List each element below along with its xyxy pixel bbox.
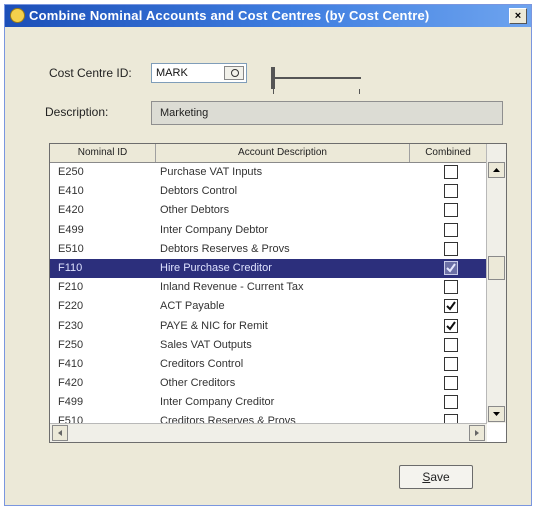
vertical-scroll-thumb[interactable]	[488, 256, 505, 280]
lookup-icon[interactable]	[224, 66, 244, 80]
vertical-scrollbar[interactable]	[486, 144, 506, 423]
account-description-cell: Other Creditors	[160, 377, 236, 390]
account-description-cell: Inter Company Creditor	[160, 396, 275, 409]
table-row[interactable]: E420 Other Debtors	[50, 201, 487, 220]
arrow-up-icon	[493, 168, 500, 172]
account-description-cell: Inland Revenue - Current Tax	[160, 281, 304, 294]
slider-tick	[273, 89, 274, 94]
table-row[interactable]: E250 Purchase VAT Inputs	[50, 163, 487, 182]
app-icon	[10, 8, 25, 23]
account-description-cell: Hire Purchase Creditor	[160, 261, 272, 274]
combined-checkbox[interactable]	[444, 165, 458, 179]
checkmark-icon	[446, 320, 456, 331]
account-description-cell: Other Debtors	[160, 204, 230, 217]
combined-checkbox[interactable]	[444, 260, 458, 275]
table-row[interactable]: E499 Inter Company Debtor	[50, 221, 487, 240]
combined-checkbox[interactable]	[444, 222, 458, 237]
scroll-down-button[interactable]	[488, 406, 505, 422]
description-value: Marketing	[160, 107, 209, 119]
column-header-account-description[interactable]: Account Description	[156, 144, 410, 162]
table-row[interactable]: F210 Inland Revenue - Current Tax	[50, 278, 487, 297]
combined-checkbox[interactable]	[444, 337, 458, 352]
nominal-id-cell: E510	[58, 242, 84, 255]
table-row[interactable]: F499 Inter Company Creditor	[50, 393, 487, 412]
account-description-cell: Purchase VAT Inputs	[160, 166, 263, 178]
table-row[interactable]: F230 PAYE & NIC for Remit	[50, 317, 487, 336]
combined-checkbox[interactable]	[444, 184, 458, 199]
grid-header: Nominal ID Account Description Combined	[50, 144, 487, 163]
account-description-cell: PAYE & NIC for Remit	[160, 319, 268, 332]
nominal-id-cell: E410	[58, 185, 84, 198]
nominal-id-cell: F230	[58, 319, 84, 332]
grid-rows: E250 Purchase VAT Inputs E410 Debtors Contr…	[50, 163, 487, 432]
slider-thumb[interactable]	[271, 67, 275, 89]
save-button[interactable]: Save	[399, 465, 473, 489]
arrow-right-icon	[475, 430, 479, 436]
column-header-nominal-id[interactable]: Nominal ID	[50, 144, 156, 162]
nominal-id-cell: F210	[58, 281, 84, 294]
nominal-id-cell: E420	[58, 204, 84, 217]
combined-checkbox[interactable]	[444, 299, 458, 314]
title-bar[interactable]: Combine Nominal Accounts and Cost Centre…	[5, 5, 531, 27]
account-description-cell: Debtors Control	[160, 185, 238, 198]
window-title: Combine Nominal Accounts and Cost Centre…	[29, 8, 430, 23]
account-description-cell: Creditors Control	[160, 357, 244, 370]
account-description-cell: Inter Company Debtor	[160, 223, 269, 236]
scroll-up-button[interactable]	[488, 162, 505, 178]
account-description-cell: Debtors Reserves & Provs	[160, 242, 290, 255]
horizontal-scrollbar[interactable]	[50, 423, 487, 442]
save-button-label: ave	[430, 470, 450, 484]
table-row[interactable]: F220 ACT Payable	[50, 297, 487, 316]
combined-checkbox[interactable]	[444, 241, 458, 256]
table-row[interactable]: F110 Hire Purchase Creditor	[50, 258, 487, 279]
arrow-left-icon	[58, 430, 62, 436]
slider[interactable]	[267, 67, 367, 95]
cost-centre-value: MARK	[156, 67, 188, 79]
table-row[interactable]: E510 Debtors Reserves & Provs	[50, 240, 487, 259]
checkmark-icon	[446, 263, 456, 273]
table-row[interactable]: F420 Other Creditors	[50, 374, 487, 393]
column-header-combined[interactable]: Combined	[410, 144, 487, 162]
nominal-id-cell: E499	[58, 223, 84, 236]
combined-checkbox[interactable]	[444, 356, 458, 371]
nominal-id-cell: F420	[58, 377, 84, 390]
combined-checkbox[interactable]	[444, 318, 458, 333]
combined-checkbox[interactable]	[444, 203, 458, 218]
slider-track	[273, 77, 361, 79]
nominal-id-cell: E250	[58, 166, 84, 178]
description-field: Marketing	[151, 101, 503, 125]
cost-centre-field[interactable]: MARK	[151, 63, 247, 83]
account-description-cell: Sales VAT Outputs	[160, 338, 252, 351]
dialog-window: Combine Nominal Accounts and Cost Centre…	[4, 4, 532, 506]
combined-checkbox[interactable]	[444, 280, 458, 295]
accounts-grid[interactable]: Nominal ID Account Description Combined …	[49, 143, 507, 443]
account-description-cell: ACT Payable	[160, 300, 225, 313]
arrow-down-icon	[493, 412, 500, 416]
scroll-right-button[interactable]	[469, 425, 485, 441]
checkmark-icon	[446, 301, 456, 311]
nominal-id-cell: F410	[58, 357, 84, 370]
combined-checkbox[interactable]	[444, 395, 458, 410]
nominal-id-cell: F499	[58, 396, 84, 409]
slider-tick	[359, 89, 360, 94]
combined-checkbox[interactable]	[444, 376, 458, 391]
table-row[interactable]: F250 Sales VAT Outputs	[50, 336, 487, 355]
nominal-id-cell: F250	[58, 338, 84, 351]
nominal-id-cell: F220	[58, 300, 84, 313]
table-row[interactable]: F410 Creditors Control	[50, 355, 487, 374]
table-row[interactable]: E410 Debtors Control	[50, 182, 487, 201]
description-label: Description:	[45, 105, 109, 119]
close-button[interactable]: ×	[509, 8, 527, 24]
cost-centre-label: Cost Centre ID:	[49, 66, 132, 80]
scroll-left-button[interactable]	[52, 425, 68, 441]
nominal-id-cell: F110	[58, 261, 83, 274]
